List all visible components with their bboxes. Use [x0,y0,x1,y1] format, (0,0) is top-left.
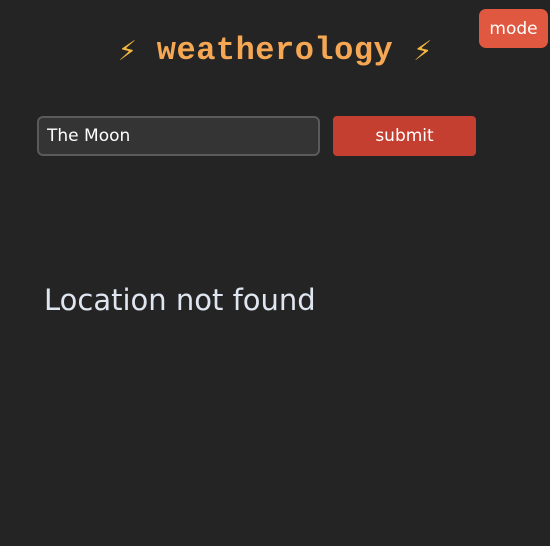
location-not-found-message: Location not found [44,283,316,317]
submit-button[interactable]: submit [333,116,476,156]
lightning-bolt-icon: ⚡ [413,35,433,67]
lightning-bolt-icon: ⚡ [117,35,137,67]
app-header: ⚡ weatherology ⚡ [0,28,550,74]
location-search-input[interactable] [37,116,320,156]
app-title: weatherology [156,32,394,69]
